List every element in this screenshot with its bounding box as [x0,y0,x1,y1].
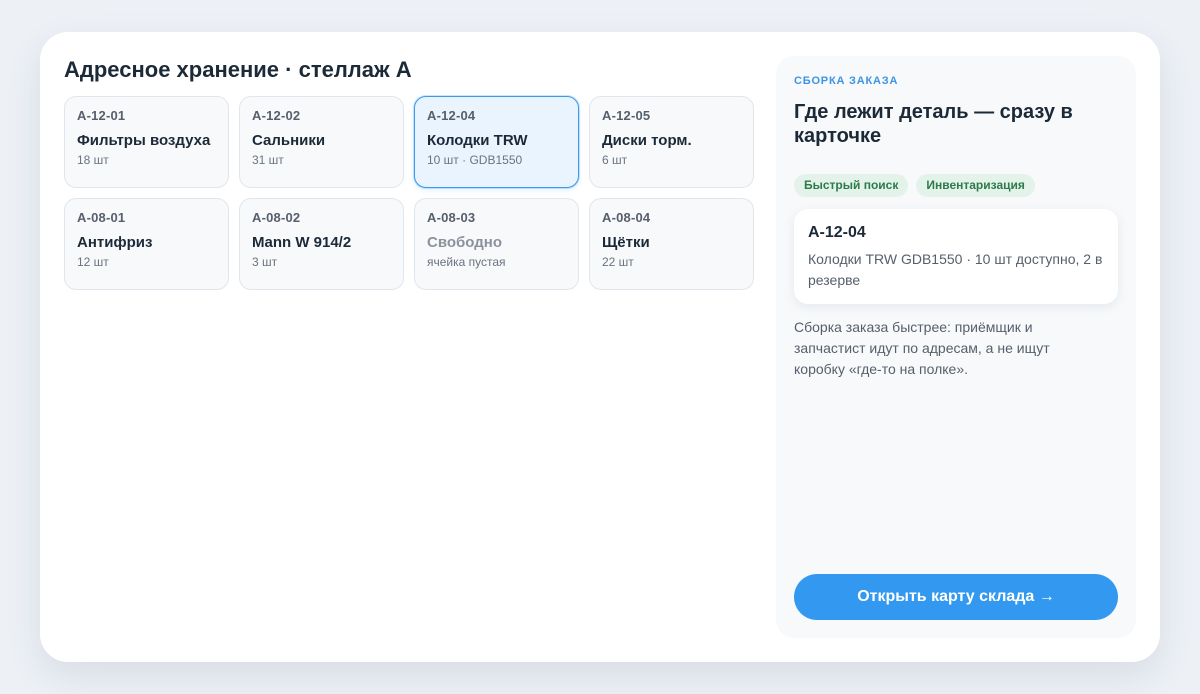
cell-code: A-08-01 [77,210,126,225]
cell-item-name: Сальники [252,132,326,149]
cell-code: A-08-04 [602,210,651,225]
storage-cell[interactable]: A-08-01 Антифриз 12 шт [64,198,229,290]
storage-cell[interactable]: A-08-02 Mann W 914/2 3 шт [239,198,404,290]
cell-quantity: 22 шт [602,255,634,269]
cell-code: A-12-04 [427,108,476,123]
order-picking-panel: СБОРКА ЗАКАЗА Где лежит деталь — сразу в… [776,56,1136,638]
info-description: Колодки TRW GDB1550 · 10 шт доступно, 2 … [808,251,1103,288]
cell-item-name: Диски торм. [602,132,692,149]
cell-code: A-12-01 [77,108,126,123]
cell-code: A-08-02 [252,210,301,225]
panel-note: Сборка заказа быстрее: приёмщик и запчас… [794,319,1050,377]
cell-code: A-08-03 [427,210,476,225]
storage-cell-empty[interactable]: A-08-03 Свободно ячейка пустая [414,198,579,290]
cell-item-name: Mann W 914/2 [252,234,352,251]
storage-cell[interactable]: A-12-05 Диски торм. 6 шт [589,96,754,188]
tag-list: Быстрый поиск Инвентаризация [794,174,1035,197]
location-info-card: A-12-04 Колодки TRW GDB1550 · 10 шт дост… [794,209,1118,304]
cell-quantity: 18 шт [77,153,109,167]
cell-quantity: ячейка пустая [427,255,506,269]
cell-item-name: Колодки TRW [427,132,528,149]
cell-quantity: 31 шт [252,153,284,167]
cell-quantity: 12 шт [77,255,109,269]
cell-code: A-12-02 [252,108,301,123]
main-card: Адресное хранение · стеллаж A A-12-01 Фи… [40,32,1160,662]
info-cell-code: A-12-04 [808,224,866,241]
cell-item-name: Фильтры воздуха [77,132,211,149]
open-warehouse-map-button[interactable]: Открыть карту склада → [794,574,1118,620]
tag-inventory[interactable]: Инвентаризация [916,174,1035,197]
cell-quantity: 10 шт · GDB1550 [427,153,523,167]
storage-cell-selected[interactable]: A-12-04 Колодки TRW 10 шт · GDB1550 [414,96,579,188]
cell-quantity: 6 шт [602,153,628,167]
tag-quick-search[interactable]: Быстрый поиск [794,174,909,197]
panel-eyebrow: СБОРКА ЗАКАЗА [794,75,899,87]
cell-item-name: Антифриз [77,234,153,251]
storage-cell[interactable]: A-12-01 Фильтры воздуха 18 шт [64,96,229,188]
storage-cell[interactable]: A-08-04 Щётки 22 шт [589,198,754,290]
rack-grid: A-12-01 Фильтры воздуха 18 шт A-12-02 Са… [64,96,754,290]
cell-item-name: Щётки [602,234,650,251]
cell-code: A-12-05 [602,108,651,123]
cell-quantity: 3 шт [252,255,278,269]
page-title: Адресное хранение · стеллаж A [64,57,412,82]
storage-cell[interactable]: A-12-02 Сальники 31 шт [239,96,404,188]
cell-item-name: Свободно [427,234,502,251]
rack-section: Адресное хранение · стеллаж A A-12-01 Фи… [64,56,754,290]
panel-title: Где лежит деталь — сразу в карточке [794,101,1073,147]
